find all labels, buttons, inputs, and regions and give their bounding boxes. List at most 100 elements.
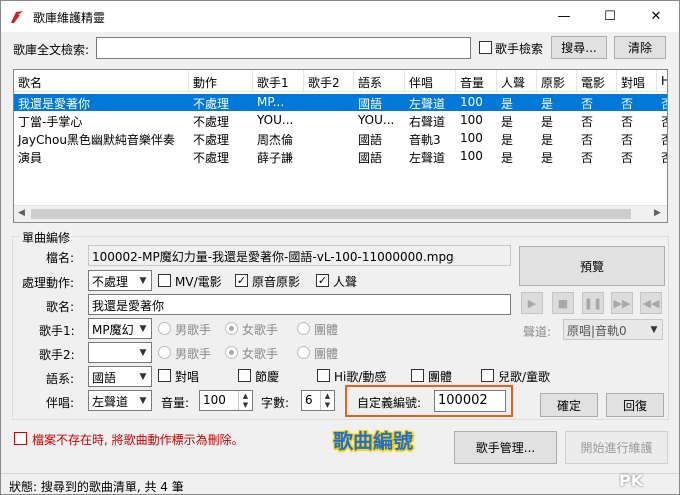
column-header-title[interactable]: 歌名 xyxy=(14,70,189,92)
singer2-female-radio[interactable] xyxy=(225,346,238,359)
singer2-group-label: 團體 xyxy=(314,347,339,361)
scrollbar-thumb[interactable] xyxy=(31,209,631,219)
table-row[interactable]: JayChou黑色幽默純音樂伴奏 不處理 周杰倫 國語 音軌3 100 是 是 … xyxy=(14,130,667,147)
volume-value: 100 xyxy=(203,393,226,407)
maximize-button[interactable]: ☐ xyxy=(587,1,633,32)
rewind-icon[interactable]: ◀◀ xyxy=(640,292,662,314)
accompany-label: 伴唱: xyxy=(46,396,75,410)
cell-language: YOU... xyxy=(358,113,395,127)
singer1-male-radio[interactable] xyxy=(158,322,171,335)
singer1-combo[interactable]: MP魔幻 ▼ xyxy=(88,318,152,339)
kids-song-checkbox[interactable] xyxy=(481,369,494,382)
clear-button[interactable]: 清除 xyxy=(614,36,666,59)
action-select[interactable]: 不處理 ▼ xyxy=(88,270,152,291)
delete-missing-checkbox[interactable] xyxy=(14,432,27,445)
cell-h: 否 xyxy=(657,130,667,147)
singer2-label: 歌手2: xyxy=(39,348,75,362)
preview-button[interactable]: 預覽 xyxy=(519,246,665,286)
cell-original: 是 xyxy=(541,133,554,147)
singer-search-checkbox[interactable] xyxy=(479,41,492,54)
accompany-select[interactable]: 左聲道 ▼ xyxy=(88,390,152,411)
table-row[interactable]: 演員 不處理 薛子謙 國語 左聲道 100 是 是 否 否 否 xyxy=(14,148,667,165)
cell-movie: 否 xyxy=(581,97,594,111)
delete-missing-label: 檔案不存在時, 將歌曲動作標示為刪除。 xyxy=(32,433,244,447)
spinner-arrows-icon[interactable]: ▲ ▼ xyxy=(320,391,334,410)
column-header-action[interactable]: 動作 xyxy=(189,70,253,92)
singer-manage-button[interactable]: 歌手管理... xyxy=(454,431,557,464)
word-count-spinner[interactable]: 6 ▲ ▼ xyxy=(301,390,335,411)
confirm-button[interactable]: 確定 xyxy=(540,393,598,417)
song-number-annotation: 歌曲編號 xyxy=(333,429,413,453)
custom-id-input[interactable]: 100002 xyxy=(434,390,506,412)
restore-button[interactable]: 回復 xyxy=(606,393,664,417)
minimize-button[interactable]: — xyxy=(541,1,587,32)
column-header-accompany[interactable]: 伴唱 xyxy=(405,70,456,92)
cell-movie: 否 xyxy=(581,133,594,147)
column-header-h[interactable]: H xyxy=(657,70,667,92)
spinner-arrows-icon[interactable]: ▲ ▼ xyxy=(238,391,252,410)
singer1-group-radio[interactable] xyxy=(297,322,310,335)
chevron-down-icon: ▼ xyxy=(139,371,147,382)
volume-label: 音量: xyxy=(161,396,190,410)
mv-checkbox[interactable] xyxy=(158,274,171,287)
song-list-table[interactable]: 歌名 動作 歌手1 歌手2 語系 伴唱 音量 人聲 原影 電影 對唱 H 我還是… xyxy=(13,69,668,223)
column-header-vocal[interactable]: 人聲 xyxy=(497,70,537,92)
start-maintenance-button[interactable]: 開始進行維護 xyxy=(565,431,668,464)
column-header-movie[interactable]: 電影 xyxy=(577,70,617,92)
app-window: 歌庫維護精靈 — ☐ ✕ 歌庫全文檢索: 歌手檢索 搜尋... 清除 歌名 動作… xyxy=(0,0,680,495)
scroll-right-icon[interactable]: ▶ xyxy=(654,208,661,218)
language-select[interactable]: 國語 ▼ xyxy=(88,366,152,387)
duet-checkbox[interactable] xyxy=(158,369,171,382)
song-name-input[interactable]: 我還是愛著你 xyxy=(88,294,511,315)
status-bar: 狀態: 搜尋到的歌曲清單, 共 4 筆 PK xyxy=(1,471,679,494)
column-header-original[interactable]: 原影 xyxy=(537,70,577,92)
vocal-checkbox[interactable]: ✓ xyxy=(316,274,329,287)
group-checkbox-label: 團體 xyxy=(428,370,453,384)
stop-icon[interactable]: ■ xyxy=(552,292,574,314)
column-header-volume[interactable]: 音量 xyxy=(456,70,497,92)
singer1-female-radio[interactable] xyxy=(225,322,238,335)
cell-action: 不處理 xyxy=(193,133,230,147)
cell-volume: 100 xyxy=(460,131,483,145)
word-count-value: 6 xyxy=(305,393,313,407)
table-row[interactable]: 丁當-手掌心 不處理 YOU... YOU... 右聲道 100 是 是 否 否… xyxy=(14,112,667,129)
singer1-female-label: 女歌手 xyxy=(242,323,279,337)
column-header-singer1[interactable]: 歌手1 xyxy=(253,70,304,92)
cell-h: 否 xyxy=(657,94,667,111)
cell-duet: 否 xyxy=(621,115,634,129)
cell-volume: 100 xyxy=(460,95,483,109)
table-row[interactable]: 我還是愛著你 不處理 MP... 國語 左聲道 100 是 是 否 否 否 xyxy=(14,94,667,111)
duet-label: 對唱 xyxy=(175,370,200,384)
search-label: 歌庫全文檢索: xyxy=(13,43,90,57)
singer2-combo[interactable]: ▼ xyxy=(88,342,152,363)
festival-checkbox[interactable] xyxy=(238,369,251,382)
pause-icon[interactable]: ❚❚ xyxy=(582,292,604,314)
original-checkbox[interactable]: ✓ xyxy=(235,274,248,287)
hi-song-checkbox[interactable] xyxy=(317,369,330,382)
track-value: 原唱|音軌0 xyxy=(567,324,627,338)
mv-label: MV/電影 xyxy=(175,275,222,289)
cell-vocal: 是 xyxy=(501,151,514,165)
cell-original: 是 xyxy=(541,151,554,165)
close-button[interactable]: ✕ xyxy=(633,1,679,32)
column-header-language[interactable]: 語系 xyxy=(354,70,405,92)
fulltext-search-input[interactable] xyxy=(96,37,471,59)
search-button[interactable]: 搜尋... xyxy=(551,36,607,59)
volume-spinner[interactable]: 100 ▲ ▼ xyxy=(199,390,253,411)
column-header-singer2[interactable]: 歌手2 xyxy=(304,70,354,92)
fast-forward-icon[interactable]: ▶▶ xyxy=(611,292,633,314)
song-name-label: 歌名: xyxy=(46,300,75,314)
play-icon[interactable]: ▶ xyxy=(521,292,543,314)
chevron-down-icon: ▼ xyxy=(139,347,147,358)
cell-title: 丁當-手掌心 xyxy=(18,115,83,129)
singer2-group-radio[interactable] xyxy=(297,346,310,359)
scroll-left-icon[interactable]: ◀ xyxy=(18,208,25,218)
horizontal-scrollbar[interactable]: ◀ ▶ xyxy=(14,205,667,222)
singer2-male-radio[interactable] xyxy=(158,346,171,359)
column-header-duet[interactable]: 對唱 xyxy=(617,70,657,92)
track-select[interactable]: 原唱|音軌0 ▼ xyxy=(563,319,663,340)
window-title: 歌庫維護精靈 xyxy=(33,11,106,25)
cell-singer2 xyxy=(304,148,354,165)
chevron-down-icon: ▼ xyxy=(139,323,147,334)
group-checkbox[interactable] xyxy=(411,369,424,382)
